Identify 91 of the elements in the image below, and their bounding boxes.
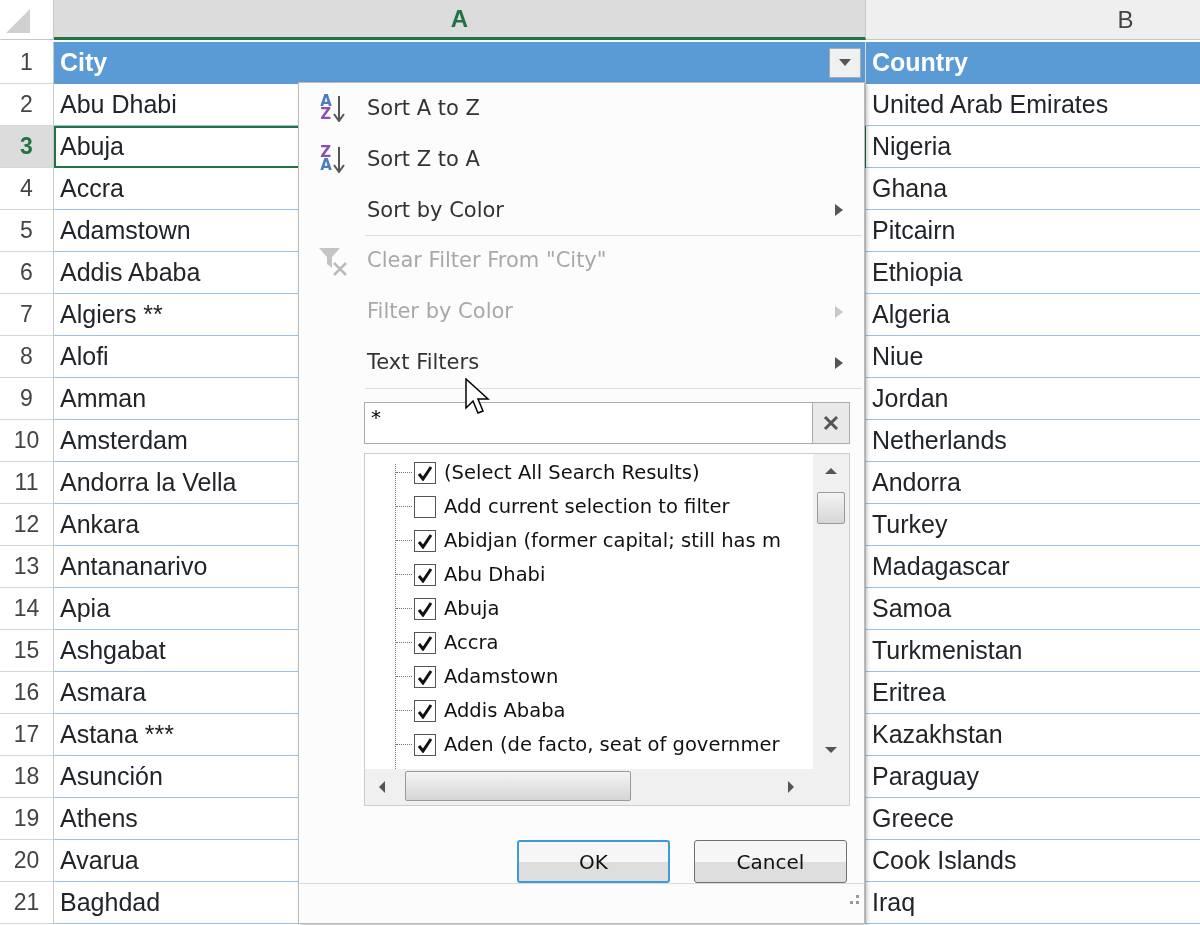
row-number[interactable]: 5 [0,210,54,252]
table-cell: Turkey [866,504,1200,546]
table-cell: Turkmenistan [866,630,1200,672]
column-title: Country [872,46,968,78]
down-arrow-icon [331,94,346,123]
checkbox[interactable] [414,699,436,722]
close-icon [822,413,840,432]
checkbox[interactable] [414,495,436,518]
row-number[interactable]: 3 [0,126,54,168]
row-number[interactable]: 14 [0,588,54,630]
checkbox[interactable] [414,461,436,484]
dialog-button[interactable]: OK [517,840,670,883]
column-header[interactable]: B [866,0,1200,40]
table-cell: United Arab Emirates [866,84,1200,126]
table-cell: Pitcairn [866,210,1200,252]
checklist-label: Accra [444,629,499,656]
table-cell: Ethiopia [866,252,1200,294]
submenu-arrow-icon [834,356,844,371]
checkbox[interactable] [414,631,436,654]
table-cell: Nigeria [866,126,1200,168]
checklist-label: (Select All Search Results) [444,459,700,486]
checklist-label: Abu Dhabi [444,561,546,588]
checklist-label: Aden (de facto, seat of governmer [444,731,780,758]
scroll-left-icon[interactable] [377,780,386,794]
checkmark-icon [417,600,433,617]
table-cell: Netherlands [866,420,1200,462]
row-number[interactable]: 15 [0,630,54,672]
checklist-label: Abuja [444,595,500,622]
table-cell: Ghana [866,168,1200,210]
mouse-pointer-icon [465,378,490,415]
submenu-arrow-icon [834,203,844,218]
row-number[interactable]: 18 [0,756,54,798]
row-number[interactable]: 10 [0,420,54,462]
table-cell: Eritrea [866,672,1200,714]
table-cell: Andorra [866,462,1200,504]
sort-letter: A [320,95,332,109]
table-cell: Jordan [866,378,1200,420]
horizontal-scrollbar[interactable] [365,769,849,805]
table-cell: Greece [866,798,1200,840]
checkmark-icon [417,464,433,481]
scroll-right-icon[interactable] [787,780,796,794]
table-cell: Cook Islands [866,840,1200,882]
filter-dropdown-button[interactable] [829,47,861,78]
table-cell: Samoa [866,588,1200,630]
sort-letter: Z [320,108,332,122]
clear-search-button[interactable] [813,401,850,444]
checkmark-icon [417,634,433,651]
checkbox[interactable] [414,733,436,756]
table-cell: Algeria [866,294,1200,336]
checkmark-icon [417,668,433,685]
vertical-scrollbar[interactable] [813,453,849,769]
scroll-up-icon[interactable] [824,465,838,475]
row-number[interactable]: 19 [0,798,54,840]
row-number[interactable]: 21 [0,882,54,924]
table-cell: Kazakhstan [866,714,1200,756]
checkmark-icon [417,532,433,549]
sort-letter: Z [320,146,332,160]
column-title: City [60,46,108,78]
checkmark-icon [417,736,433,753]
checkmark-icon [417,702,433,719]
row-number[interactable]: 13 [0,546,54,588]
funnel-clear-icon [318,246,348,277]
row-number[interactable]: 20 [0,840,54,882]
table-cell: Madagascar [866,546,1200,588]
submenu-arrow-icon [834,305,844,320]
row-number[interactable]: 12 [0,504,54,546]
checkbox[interactable] [414,529,436,552]
row-number[interactable]: 17 [0,714,54,756]
row-number[interactable]: 8 [0,336,54,378]
scroll-thumb[interactable] [817,491,845,524]
scroll-thumb[interactable] [405,771,631,801]
checkbox[interactable] [414,597,436,620]
scroll-down-icon[interactable] [824,746,838,755]
checklist-item[interactable]: Abuja [365,591,813,626]
checkmark-icon [417,566,433,583]
column-header[interactable]: A [54,0,866,40]
row-number[interactable]: 9 [0,378,54,420]
row-number[interactable]: 6 [0,252,54,294]
resize-grip-icon[interactable] [847,894,860,905]
row-number[interactable]: 4 [0,168,54,210]
checkbox[interactable] [414,563,436,586]
row-number[interactable]: 16 [0,672,54,714]
search-field[interactable]: * [364,401,813,444]
checkbox[interactable] [414,665,436,688]
row-number[interactable]: 11 [0,462,54,504]
down-arrow-icon [331,145,346,174]
table-cell: Paraguay [866,756,1200,798]
row-number[interactable]: 7 [0,294,54,336]
table-cell: Iraq [866,882,1200,924]
dialog-button[interactable]: Cancel [694,840,847,883]
table-cell: Niue [866,336,1200,378]
